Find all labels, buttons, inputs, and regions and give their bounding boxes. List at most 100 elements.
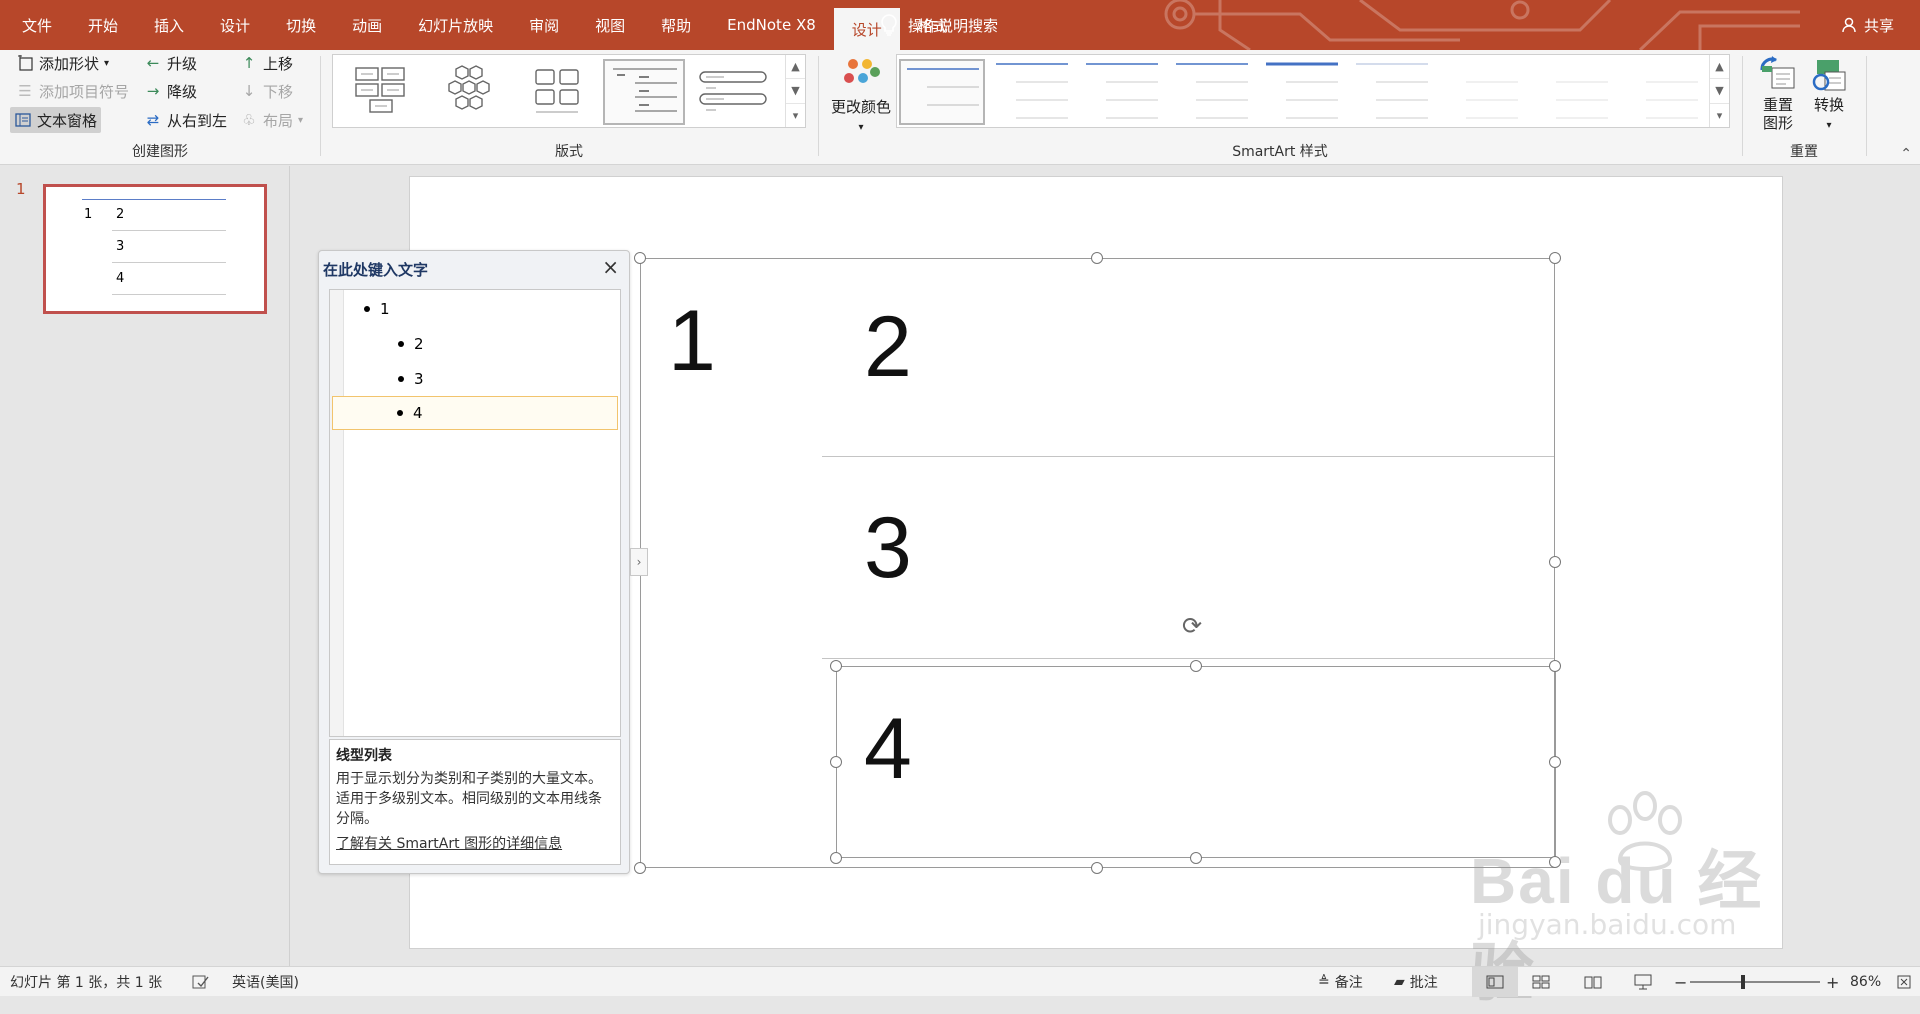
tab-insert[interactable]: 插入 bbox=[136, 0, 202, 50]
slide-thumbnail-number: 1 bbox=[16, 180, 26, 198]
smartart-level1-text[interactable]: 1 bbox=[668, 298, 716, 384]
layout-button[interactable]: ♧ 布局 ▾ bbox=[236, 107, 307, 133]
tab-file[interactable]: 文件 bbox=[0, 0, 70, 50]
tab-slideshow[interactable]: 幻灯片放映 bbox=[400, 0, 511, 50]
convert-button[interactable]: 转换 ▾ bbox=[1804, 56, 1854, 135]
baidu-watermark: Bai du 经验 jingyan.baidu.com bbox=[1470, 790, 1820, 1009]
fit-slide-icon[interactable] bbox=[1896, 967, 1912, 997]
style-option-1[interactable] bbox=[899, 59, 985, 125]
text-pane-label: 文本窗格 bbox=[37, 111, 98, 130]
style-option-9[interactable] bbox=[1619, 59, 1701, 125]
group-label-styles: SmartArt 样式 bbox=[1232, 144, 1328, 160]
style-option-5[interactable] bbox=[1259, 59, 1341, 125]
shape-resize-handle[interactable] bbox=[1190, 660, 1202, 672]
smartart-level2-text[interactable]: 3 bbox=[864, 505, 912, 591]
add-bullet-label: 添加项目符号 bbox=[39, 82, 130, 101]
tab-design[interactable]: 设计 bbox=[202, 0, 268, 50]
promote-button[interactable]: ← 升级 bbox=[140, 50, 201, 76]
slideshow-icon[interactable] bbox=[1634, 967, 1652, 997]
shape-resize-handle[interactable] bbox=[1549, 660, 1561, 672]
smartart-level2-text[interactable]: 2 bbox=[864, 304, 912, 390]
style-option-8[interactable] bbox=[1529, 59, 1611, 125]
move-down-label: 下移 bbox=[263, 82, 294, 101]
frame-resize-handle[interactable] bbox=[1091, 252, 1103, 264]
style-option-3[interactable] bbox=[1079, 59, 1161, 125]
layout-info-link[interactable]: 了解有关 SmartArt 图形的详细信息 bbox=[336, 833, 614, 853]
bullets-icon: ☰ bbox=[18, 82, 32, 100]
reading-view-icon[interactable] bbox=[1584, 967, 1602, 997]
frame-resize-handle[interactable] bbox=[1549, 252, 1561, 264]
gallery-more[interactable]: ▾ bbox=[786, 104, 805, 127]
tab-view[interactable]: 视图 bbox=[577, 0, 643, 50]
zoom-level[interactable]: 86% bbox=[1850, 967, 1881, 997]
gallery-scroll-up[interactable]: ▲ bbox=[1710, 55, 1729, 80]
style-option-2[interactable] bbox=[989, 59, 1071, 125]
comments-button[interactable]: ▰ 批注 bbox=[1394, 967, 1438, 997]
gallery-scroll-up[interactable]: ▲ bbox=[786, 55, 805, 80]
layout-option-hexagon[interactable] bbox=[427, 59, 509, 125]
text-pane-list[interactable]: 1 2 3 4 bbox=[329, 289, 621, 737]
text-pane-button[interactable]: 文本窗格 bbox=[10, 107, 102, 133]
smartart-level2-text[interactable]: 4 bbox=[864, 706, 912, 792]
frame-resize-handle[interactable] bbox=[634, 252, 646, 264]
close-icon[interactable]: × bbox=[602, 255, 619, 279]
collapse-ribbon-icon[interactable]: ⌃ bbox=[1900, 146, 1912, 162]
slide-thumbnail[interactable]: 1 2 3 4 bbox=[43, 184, 267, 314]
frame-resize-handle[interactable] bbox=[1549, 556, 1561, 568]
zoom-out-button[interactable]: − bbox=[1674, 967, 1687, 997]
shape-resize-handle[interactable] bbox=[830, 660, 842, 672]
add-shape-button[interactable]: 添加形状 ▾ bbox=[12, 50, 113, 76]
text-pane-info: 线型列表 用于显示划分为类别和子类别的大量文本。适用于多级别文本。相同级别的文本… bbox=[329, 739, 621, 865]
bullet-icon bbox=[397, 410, 403, 416]
zoom-slider-thumb[interactable] bbox=[1741, 975, 1745, 989]
move-down-button[interactable]: ↓ 下移 bbox=[236, 78, 297, 104]
spell-check-icon[interactable] bbox=[192, 967, 210, 997]
shape-resize-handle[interactable] bbox=[830, 852, 842, 864]
right-to-left-button[interactable]: ⇄ 从右到左 bbox=[140, 107, 231, 133]
demote-button[interactable]: → 降级 bbox=[140, 78, 201, 104]
layout-option-boxes[interactable] bbox=[515, 59, 597, 125]
zoom-slider-track[interactable] bbox=[1690, 981, 1820, 983]
tab-help[interactable]: 帮助 bbox=[643, 0, 709, 50]
text-pane-item-selected[interactable]: 4 bbox=[332, 396, 618, 430]
style-option-7[interactable] bbox=[1439, 59, 1521, 125]
layout-option-line-list[interactable] bbox=[603, 59, 685, 125]
smartart-selected-shape[interactable] bbox=[836, 666, 1556, 858]
change-colors-label: 更改颜色 bbox=[830, 98, 891, 116]
change-colors-button[interactable]: 更改颜色 ▾ bbox=[828, 56, 894, 137]
rotate-handle-icon[interactable]: ⟳ bbox=[1182, 612, 1208, 640]
tab-transitions[interactable]: 切换 bbox=[268, 0, 334, 50]
text-pane-toggle[interactable]: › bbox=[630, 548, 648, 576]
gallery-scroll-down[interactable]: ▼ bbox=[1710, 79, 1729, 104]
right-to-left-label: 从右到左 bbox=[167, 111, 228, 130]
frame-resize-handle[interactable] bbox=[634, 862, 646, 874]
notes-button[interactable]: ≜ 备注 bbox=[1318, 967, 1363, 997]
move-up-button[interactable]: ↑ 上移 bbox=[236, 50, 297, 76]
normal-view-icon[interactable] bbox=[1472, 967, 1518, 997]
share-button[interactable]: 共享 bbox=[1842, 0, 1894, 50]
language-indicator[interactable]: 英语(美国) bbox=[232, 967, 299, 997]
tell-me-search[interactable]: 操作说明搜索 bbox=[880, 0, 998, 50]
tab-home[interactable]: 开始 bbox=[70, 0, 136, 50]
reset-graphic-button[interactable]: 重置 图形 bbox=[1752, 56, 1804, 132]
text-pane-item[interactable]: 2 bbox=[398, 327, 424, 361]
tab-review[interactable]: 审阅 bbox=[511, 0, 577, 50]
gallery-scroll-down[interactable]: ▼ bbox=[786, 79, 805, 104]
style-option-4[interactable] bbox=[1169, 59, 1251, 125]
text-pane-item[interactable]: 1 bbox=[364, 292, 390, 326]
tab-endnote[interactable]: EndNote X8 bbox=[709, 0, 834, 50]
shape-resize-handle[interactable] bbox=[1190, 852, 1202, 864]
style-option-6[interactable] bbox=[1349, 59, 1431, 125]
thumb-item: 1 bbox=[84, 207, 93, 222]
shape-resize-handle[interactable] bbox=[1549, 756, 1561, 768]
layout-option-bar-list[interactable] bbox=[691, 59, 773, 125]
shape-resize-handle[interactable] bbox=[830, 756, 842, 768]
slide-sorter-icon[interactable] bbox=[1532, 967, 1550, 997]
gallery-more[interactable]: ▾ bbox=[1710, 104, 1729, 127]
frame-resize-handle[interactable] bbox=[1091, 862, 1103, 874]
tab-animations[interactable]: 动画 bbox=[334, 0, 400, 50]
zoom-in-button[interactable]: + bbox=[1826, 967, 1839, 997]
text-pane-item[interactable]: 3 bbox=[398, 362, 424, 396]
layout-option-1[interactable] bbox=[339, 59, 421, 125]
add-bullet-button[interactable]: ☰ 添加项目符号 bbox=[12, 78, 133, 104]
